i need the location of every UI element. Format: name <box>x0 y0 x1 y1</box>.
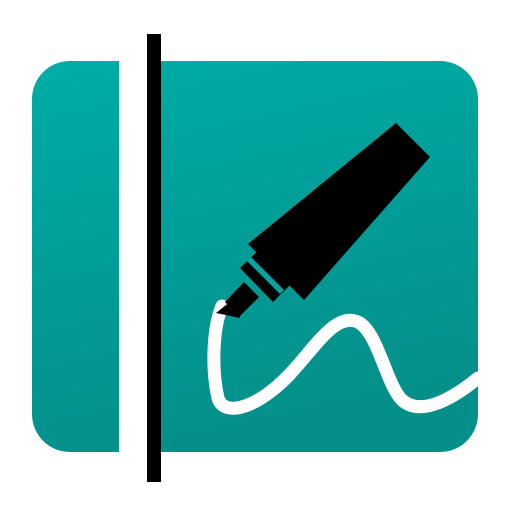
binding-stripe <box>119 48 147 468</box>
app-icon-canvas <box>0 0 512 512</box>
notebook-highlighter-app-icon <box>32 34 485 482</box>
notebook-spine <box>147 34 161 482</box>
